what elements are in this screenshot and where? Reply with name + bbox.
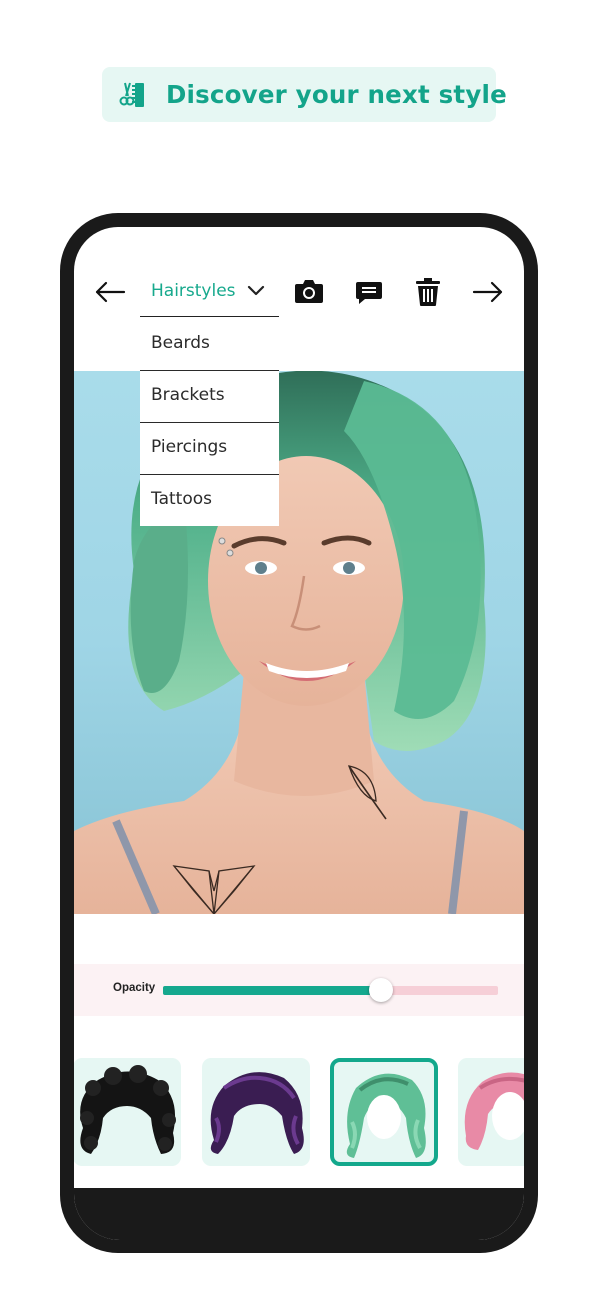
app-page: Discover your next style Hairstyles Bear… — [0, 0, 598, 1300]
banner-title: Discover your next style — [166, 80, 507, 109]
dropdown-option-tattoos[interactable]: Tattoos — [140, 475, 279, 526]
promo-banner: Discover your next style — [102, 67, 507, 122]
chevron-down-icon — [247, 285, 265, 296]
phone-screen: Hairstyles Beards Brackets Piercings Tat… — [74, 227, 524, 1240]
hairstyle-thumb-black-curly[interactable] — [74, 1058, 181, 1166]
category-dropdown[interactable]: Hairstyles — [140, 269, 279, 317]
opacity-label: Opacity — [113, 982, 156, 994]
opacity-control: Opacity — [74, 964, 524, 1016]
arrow-right-icon[interactable] — [472, 279, 504, 305]
camera-icon[interactable] — [294, 277, 324, 305]
dropdown-option-beards[interactable]: Beards — [140, 319, 279, 371]
opacity-slider-thumb[interactable] — [368, 978, 393, 1002]
category-dropdown-menu: Beards Brackets Piercings Tattoos — [140, 319, 279, 526]
hairstyle-carousel — [74, 1058, 524, 1168]
hairstyle-thumb-purple-wavy[interactable] — [202, 1058, 310, 1166]
hairstyle-thumb-mint-wavy[interactable] — [330, 1058, 438, 1166]
opacity-slider[interactable] — [163, 978, 498, 1002]
pink-bob-hair-image — [464, 1072, 524, 1150]
category-selected-label: Hairstyles — [151, 281, 236, 301]
scissors-comb-icon — [119, 82, 144, 107]
dropdown-option-brackets[interactable]: Brackets — [140, 371, 279, 423]
trash-icon[interactable] — [415, 277, 441, 307]
comment-icon[interactable] — [355, 280, 383, 306]
arrow-left-icon[interactable] — [94, 279, 126, 305]
dropdown-option-piercings[interactable]: Piercings — [140, 423, 279, 475]
system-nav-bar — [74, 1188, 524, 1240]
hairstyle-thumb-pink-bob[interactable] — [458, 1058, 524, 1166]
mint-wavy-hair-image — [346, 1073, 426, 1158]
opacity-slider-fill — [163, 986, 381, 995]
purple-wavy-hair-image — [210, 1072, 304, 1154]
black-curly-hair-image — [80, 1065, 176, 1154]
